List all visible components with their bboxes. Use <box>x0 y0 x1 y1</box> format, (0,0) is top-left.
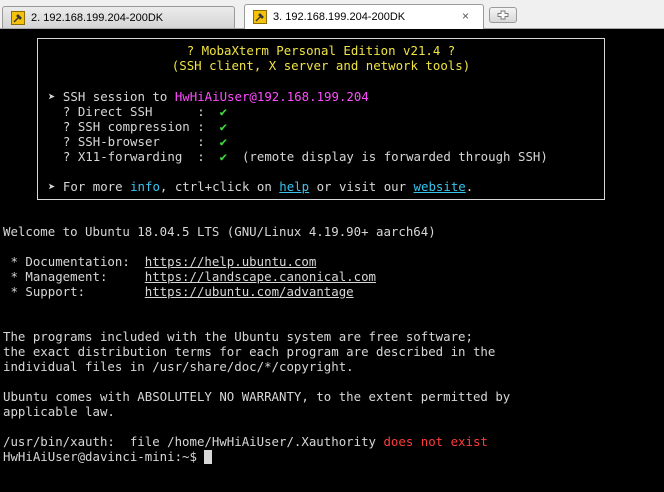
resource-support: * Support: https://ubuntu.com/advantage <box>3 284 354 299</box>
notice-line: The programs included with the Ubuntu sy… <box>3 329 473 344</box>
website-link[interactable]: website <box>414 179 466 194</box>
xauth-error: does not exist <box>383 434 488 449</box>
terminal-output[interactable]: ? MobaXterm Personal Edition v21.4 ? (SS… <box>0 29 664 492</box>
resource-management: * Management: https://landscape.canonica… <box>3 269 377 284</box>
session-target: HwHiAiUser@192.168.199.204 <box>174 89 369 104</box>
prompt-text: HwHiAiUser@davinci-mini:~$ <box>3 449 205 464</box>
check-icon: ✔ <box>219 104 228 119</box>
feature-ssh-compression: ? SSH compression : ✔ <box>48 119 228 134</box>
check-icon: ✔ <box>219 119 228 134</box>
resource-documentation: * Documentation: https://help.ubuntu.com <box>3 254 317 269</box>
feature-ssh-browser: ? SSH-browser : ✔ <box>48 134 228 149</box>
feature-x11-forwarding: ? X11-forwarding : ✔ (remote display is … <box>48 149 548 164</box>
help-link[interactable]: help <box>279 179 309 194</box>
close-icon[interactable]: × <box>462 9 469 23</box>
shell-prompt[interactable]: HwHiAiUser@davinci-mini:~$ <box>3 449 213 464</box>
info-link[interactable]: info <box>130 179 160 194</box>
tab-label: 2. 192.168.199.204-200DK <box>31 11 164 24</box>
support-link[interactable]: https://ubuntu.com/advantage <box>145 284 354 299</box>
tab-session-3[interactable]: 3. 192.168.199.204-200DK × <box>244 4 484 29</box>
check-icon: ✔ <box>219 149 228 164</box>
xauth-warning: /usr/bin/xauth: file /home/HwHiAiUser/.X… <box>3 434 488 449</box>
ssh-session-icon <box>11 10 25 25</box>
tab-label: 3. 192.168.199.204-200DK <box>273 11 406 23</box>
mobaxterm-banner: ? MobaXterm Personal Edition v21.4 ? (SS… <box>37 38 605 200</box>
ssh-session-icon <box>253 10 267 24</box>
management-link[interactable]: https://landscape.canonical.com <box>145 269 376 284</box>
banner-title: ? MobaXterm Personal Edition v21.4 ? <box>186 43 456 58</box>
warranty-line: applicable law. <box>3 404 115 419</box>
notice-line: the exact distribution terms for each pr… <box>3 344 496 359</box>
warranty-line: Ubuntu comes with ABSOLUTELY NO WARRANTY… <box>3 389 511 404</box>
tab-bar: 2. 192.168.199.204-200DK 3. 192.168.199.… <box>0 0 664 29</box>
text-cursor <box>204 450 213 464</box>
plus-icon <box>497 10 509 20</box>
notice-line: individual files in /usr/share/doc/*/cop… <box>3 359 354 374</box>
more-info-line: ➤ For more info, ctrl+click on help or v… <box>48 179 474 194</box>
welcome-line: Welcome to Ubuntu 18.04.5 LTS (GNU/Linux… <box>3 224 436 239</box>
banner-subtitle: (SSH client, X server and network tools) <box>171 58 471 73</box>
documentation-link[interactable]: https://help.ubuntu.com <box>145 254 317 269</box>
new-tab-button[interactable] <box>489 7 517 23</box>
check-icon: ✔ <box>219 134 228 149</box>
tab-session-2[interactable]: 2. 192.168.199.204-200DK <box>2 6 235 28</box>
ssh-session-line: ➤ SSH session to HwHiAiUser@192.168.199.… <box>48 89 369 104</box>
feature-direct-ssh: ? Direct SSH : ✔ <box>48 104 228 119</box>
